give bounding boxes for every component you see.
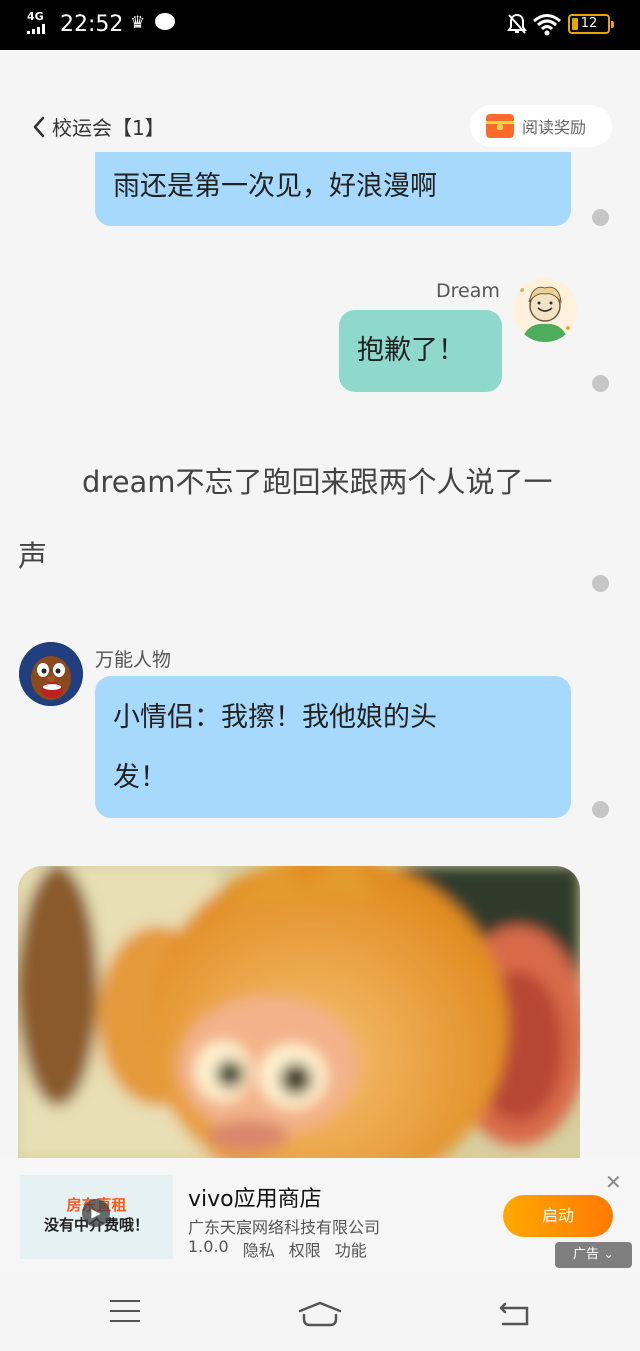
image-message[interactable] — [18, 866, 580, 1158]
ad-company: 广东天宸网络科技有限公司 — [188, 1218, 381, 1237]
status-dot — [592, 375, 609, 392]
home-icon[interactable] — [298, 1301, 342, 1327]
play-icon: ▶ — [82, 1199, 110, 1227]
ad-banner[interactable]: 房东直租 没有中介费哦！ ▶ vivo应用商店 广东天宸网络科技有限公司 1.0… — [0, 1158, 640, 1273]
avatar[interactable] — [513, 278, 577, 342]
network-type: 4G — [27, 10, 44, 23]
chevron-left-icon — [33, 116, 45, 137]
ad-version: 1.0.0 — [188, 1237, 229, 1256]
narration-text: dream不忘了跑回来跟两个人说了一声 — [18, 465, 553, 573]
wifi-icon — [533, 14, 561, 36]
story-title: 校运会【1】 — [52, 116, 165, 140]
monkey-sticker-image — [18, 866, 580, 1158]
gift-icon — [486, 114, 514, 138]
chat-bubble: 小情侣：我擦！我他娘的头 发！ — [95, 676, 571, 818]
avatar-dream-image — [513, 278, 577, 342]
message-text-line: 发！ — [113, 762, 167, 793]
avatar[interactable] — [19, 642, 83, 706]
ad-title: vivo应用商店 — [188, 1187, 322, 1212]
system-nav-bar — [0, 1273, 640, 1351]
ad-thumbnail[interactable]: 房东直租 没有中介费哦！ ▶ — [20, 1175, 173, 1259]
ad-features-link[interactable]: 功能 — [335, 1237, 367, 1261]
reading-reward-label: 阅读奖励 — [522, 118, 587, 137]
message-text: 雨还是第一次见，好浪漫啊 — [113, 171, 437, 202]
bell-muted-icon — [507, 13, 527, 34]
message-text-line: 小情侣：我擦！我他娘的头 — [113, 702, 437, 733]
chat-icon — [155, 13, 175, 30]
menu-icon[interactable] — [110, 1300, 140, 1324]
chat-bubble: 抱歉了！ — [339, 310, 502, 392]
ad-permissions-link[interactable]: 权限 — [289, 1237, 321, 1261]
reading-reward-button[interactable]: 阅读奖励 — [470, 105, 612, 147]
message-text: 抱歉了！ — [357, 335, 465, 366]
clock: 22:52 — [60, 12, 124, 37]
back-button[interactable]: 校运会【1】 — [32, 112, 165, 141]
status-dot — [592, 575, 609, 592]
launch-button[interactable]: 启动 — [503, 1195, 613, 1237]
chat-bubble: 雨还是第一次见，好浪漫啊 — [95, 152, 571, 226]
ad-tag-label: 广告 — [572, 1247, 599, 1262]
status-dot — [592, 801, 609, 818]
top-nav: 校运会【1】 阅读奖励 — [0, 100, 640, 152]
sender-name: 万能人物 — [95, 649, 172, 671]
back-icon[interactable] — [499, 1300, 531, 1326]
avatar-character-image — [19, 642, 83, 706]
status-bar: 4G 22:52 ♛ 12 — [0, 0, 640, 50]
chevron-down-icon: ⌄ — [603, 1247, 615, 1262]
sender-name: Dream — [436, 280, 500, 302]
close-icon[interactable]: ✕ — [605, 1170, 622, 1194]
crown-icon: ♛ — [130, 13, 146, 33]
status-dot — [592, 209, 609, 226]
signal-icon — [27, 24, 45, 34]
ad-meta: 1.0.0 隐私 权限 功能 — [188, 1237, 367, 1261]
ad-privacy-link[interactable]: 隐私 — [243, 1237, 275, 1261]
ad-tag[interactable]: 广告 ⌄ — [555, 1242, 632, 1268]
battery-icon: 12 — [568, 14, 614, 34]
